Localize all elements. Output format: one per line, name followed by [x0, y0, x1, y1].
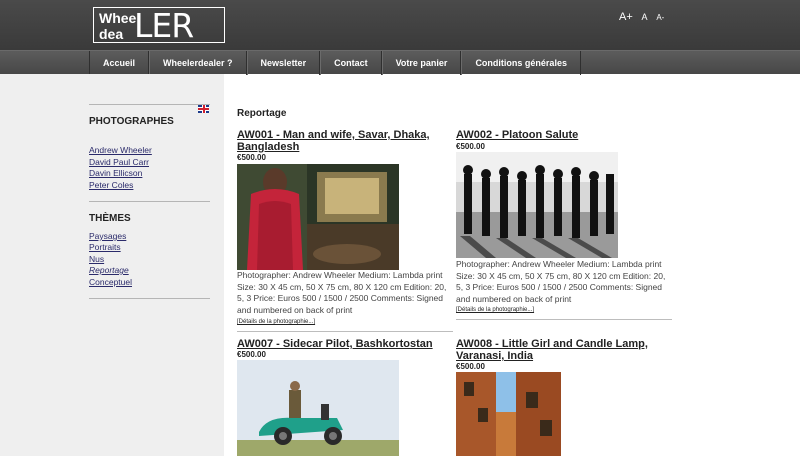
item-divider — [456, 319, 672, 320]
font-reset-button[interactable]: A — [642, 12, 648, 22]
product-photo[interactable] — [456, 152, 618, 258]
nav-item-accueil[interactable]: Accueil — [89, 51, 150, 75]
font-decrease-button[interactable]: A- — [656, 13, 664, 22]
sidebar-divider — [89, 298, 210, 299]
main-nav: Accueil Wheelerdealer ? Newsletter Conta… — [0, 50, 800, 75]
logo-text-bottom: dea — [99, 26, 124, 42]
product-photo[interactable] — [237, 360, 399, 456]
nav-item-terms[interactable]: Conditions générales — [461, 51, 581, 75]
product-details-link[interactable]: [Détails de la photographie...] — [237, 319, 315, 325]
page-title: Reportage — [237, 108, 287, 119]
product-title-link[interactable]: AW001 - Man and wife, Savar, Dhaka, Bang… — [237, 129, 437, 153]
product-description: Photographer: Andrew Wheeler Medium: Lam… — [456, 259, 666, 304]
photographer-link[interactable]: David Paul Carr — [89, 157, 149, 167]
product-price: €500.00 — [456, 142, 485, 151]
site-header: Whee dea LER A+ A A- — [0, 0, 800, 50]
photographer-link[interactable]: Peter Coles — [89, 180, 133, 190]
photographer-link[interactable]: Davin Ellicson — [89, 168, 142, 178]
site-logo[interactable]: Whee dea LER — [93, 6, 225, 45]
product-title-link[interactable]: AW007 - Sidecar Pilot, Bashkortostan — [237, 338, 453, 350]
font-increase-button[interactable]: A+ — [619, 11, 633, 23]
english-flag-icon[interactable] — [198, 105, 209, 113]
nav-item-contact[interactable]: Contact — [320, 51, 382, 75]
product-price: €500.00 — [237, 350, 266, 359]
product-details-link[interactable]: [Détails de la photographie...] — [456, 307, 534, 313]
product-title-link[interactable]: AW008 - Little Girl and Candle Lamp, Var… — [456, 338, 656, 362]
theme-link[interactable]: Paysages — [89, 231, 126, 241]
product-photo[interactable] — [237, 164, 399, 270]
product-description: Photographer: Andrew Wheeler Medium: Lam… — [237, 270, 447, 315]
nav-item-newsletter[interactable]: Newsletter — [246, 51, 321, 75]
photographer-link[interactable]: Andrew Wheeler — [89, 145, 152, 155]
product-photo[interactable] — [456, 372, 561, 456]
photographers-heading: PHOTOGRAPHES — [89, 116, 174, 127]
product-title-link[interactable]: AW002 - Platoon Salute — [456, 129, 666, 141]
theme-link-active[interactable]: Reportage — [89, 265, 129, 275]
themes-heading: THÈMES — [89, 213, 131, 224]
nav-item-cart[interactable]: Votre panier — [381, 51, 462, 75]
sidebar-divider — [89, 104, 210, 105]
theme-link[interactable]: Conceptuel — [89, 277, 132, 287]
logo-text-big: LER — [134, 6, 194, 45]
logo-text-top: Whee — [99, 10, 137, 26]
theme-link[interactable]: Portraits — [89, 242, 121, 252]
product-price: €500.00 — [456, 362, 485, 371]
product-price: €500.00 — [237, 153, 266, 162]
sidebar-divider — [89, 201, 210, 202]
theme-link[interactable]: Nus — [89, 254, 104, 264]
item-divider — [237, 331, 453, 332]
nav-item-wheelerdealer[interactable]: Wheelerdealer ? — [149, 51, 247, 75]
font-size-controls: A+ A A- — [619, 11, 670, 23]
